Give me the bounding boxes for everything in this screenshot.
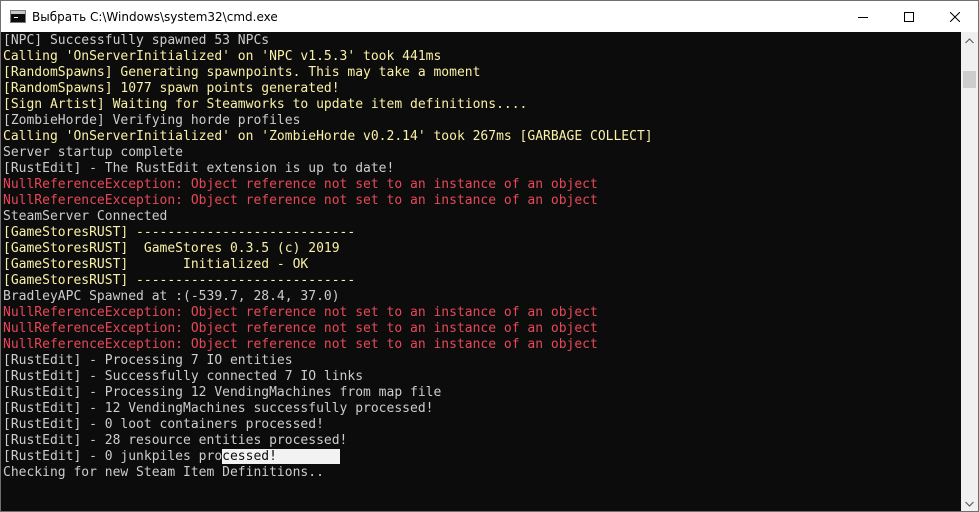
console-line: [RandomSpawns] 1077 spawn points generat… [3, 81, 653, 97]
console-line: NullReferenceException: Object reference… [3, 337, 653, 353]
console-text: [GameStoresRUST] -----------------------… [3, 273, 356, 288]
console-line: [RustEdit] - Processing 7 IO entities [3, 353, 653, 369]
console-line: [ZombieHorde] Verifying horde profiles [3, 113, 653, 129]
minimize-button[interactable] [840, 1, 886, 32]
console-line: [RustEdit] - Processing 12 VendingMachin… [3, 385, 653, 401]
minimize-icon [858, 16, 868, 18]
console-line: [NPC] Successfully spawned 53 NPCs [3, 33, 653, 49]
console-text: Calling 'OnServerInitialized' on 'Zombie… [3, 129, 653, 144]
scroll-down-button[interactable] [961, 495, 978, 511]
chevron-down-icon [965, 501, 974, 507]
console-line: NullReferenceException: Object reference… [3, 321, 653, 337]
scroll-up-button[interactable] [961, 32, 978, 49]
console-line: NullReferenceException: Object reference… [3, 193, 653, 209]
console-text: SteamServer Connected [3, 209, 168, 224]
console-text: [NPC] Successfully spawned 53 NPCs [3, 33, 270, 48]
console-line: [GameStoresRUST] -----------------------… [3, 225, 653, 241]
console-line: [GameStoresRUST] GameStores 0.3.5 (c) 20… [3, 241, 653, 257]
console-text: [RustEdit] - 12 VendingMachines successf… [3, 401, 434, 416]
console-text: NullReferenceException: Object reference… [3, 193, 598, 208]
console-window: Выбрать C:\Windows\system32\cmd.exe [NPC… [0, 0, 979, 512]
console-app-icon[interactable] [10, 10, 26, 23]
console-text: [GameStoresRUST] -----------------------… [3, 225, 356, 240]
console-text: NullReferenceException: Object reference… [3, 321, 598, 336]
console-text: NullReferenceException: Object reference… [3, 177, 598, 192]
console-text: Calling 'OnServerInitialized' on 'NPC v1… [3, 49, 442, 64]
chevron-up-icon [965, 37, 974, 43]
console-line: BradleyAPC Spawned at :(-539.7, 28.4, 37… [3, 289, 653, 305]
console-line: [RustEdit] - Successfully connected 7 IO… [3, 369, 653, 385]
console-line: Server startup complete [3, 145, 653, 161]
console-text: [RustEdit] - 28 resource entities proces… [3, 433, 348, 448]
window-controls [840, 1, 978, 32]
console-line: [GameStoresRUST] Initialized - OK [3, 257, 653, 273]
close-icon [950, 11, 960, 22]
console-line: [RustEdit] - 28 resource entities proces… [3, 433, 653, 449]
console-line: SteamServer Connected [3, 209, 653, 225]
console-text: [Sign Artist] Waiting for Steamworks to … [3, 97, 528, 112]
console-text: Checking for new Steam Item Definitions.… [3, 465, 324, 480]
scrollbar-thumb[interactable] [963, 71, 976, 88]
console-text: [RandomSpawns] 1077 spawn points generat… [3, 81, 340, 96]
console-lines: [NPC] Successfully spawned 53 NPCs Callin… [3, 33, 653, 481]
console-text: NullReferenceException: Object reference… [3, 305, 598, 320]
console-line: [RustEdit] - 0 junkpiles processed! [3, 449, 653, 465]
close-button[interactable] [932, 1, 978, 32]
maximize-button[interactable] [886, 1, 932, 32]
console-text: [RustEdit] - 0 junkpiles pro [3, 449, 223, 464]
console-line: [RustEdit] - The RustEdit extension is u… [3, 161, 653, 177]
console-line: [Sign Artist] Waiting for Steamworks to … [3, 97, 653, 113]
title-bar[interactable]: Выбрать C:\Windows\system32\cmd.exe [1, 1, 978, 32]
console-text: [RustEdit] - 0 loot containers processed… [3, 417, 324, 432]
console-output[interactable]: [NPC] Successfully spawned 53 NPCs Callin… [1, 32, 961, 511]
console-text: BradleyAPC Spawned at :(-539.7, 28.4, 37… [3, 289, 340, 304]
console-text: [GameStoresRUST] GameStores 0.3.5 (c) 20… [3, 241, 340, 256]
console-line: Calling 'OnServerInitialized' on 'Zombie… [3, 129, 653, 145]
console-text: [RustEdit] - The RustEdit extension is u… [3, 161, 395, 176]
console-line: [GameStoresRUST] -----------------------… [3, 273, 653, 289]
console-line: [RustEdit] - 12 VendingMachines successf… [3, 401, 653, 417]
console-line: Checking for new Steam Item Definitions.… [3, 465, 653, 481]
selected-text: cessed! [222, 449, 340, 464]
console-line: Calling 'OnServerInitialized' on 'NPC v1… [3, 49, 653, 65]
console-text: [ZombieHorde] Verifying horde profiles [3, 113, 301, 128]
console-text: Server startup complete [3, 145, 184, 160]
window-title: Выбрать C:\Windows\system32\cmd.exe [32, 9, 278, 24]
console-line: [RustEdit] - 0 loot containers processed… [3, 417, 653, 433]
vertical-scrollbar[interactable] [961, 32, 978, 511]
console-line: NullReferenceException: Object reference… [3, 177, 653, 193]
console-line: [RandomSpawns] Generating spawnpoints. T… [3, 65, 653, 81]
console-text: [RustEdit] - Processing 7 IO entities [3, 353, 293, 368]
console-text: NullReferenceException: Object reference… [3, 337, 598, 352]
maximize-icon [904, 11, 914, 22]
console-text: [GameStoresRUST] Initialized - OK [3, 257, 309, 272]
console-text: [RandomSpawns] Generating spawnpoints. T… [3, 65, 481, 80]
console-text: [RustEdit] - Successfully connected 7 IO… [3, 369, 364, 384]
console-line: NullReferenceException: Object reference… [3, 305, 653, 321]
console-text: [RustEdit] - Processing 12 VendingMachin… [3, 385, 442, 400]
